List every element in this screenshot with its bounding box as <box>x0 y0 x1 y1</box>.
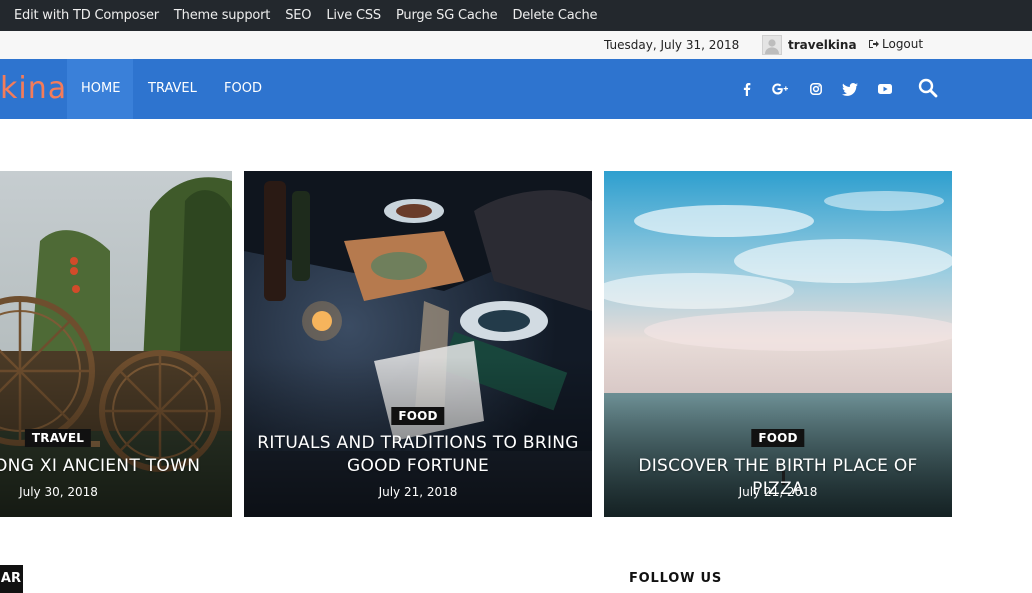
admin-bar: Edit with TD Composer Theme support SEO … <box>0 0 1032 31</box>
logout-label: Logout <box>882 37 924 51</box>
current-date: Tuesday, July 31, 2018 <box>604 38 740 52</box>
youtube-icon[interactable] <box>876 80 894 98</box>
post-date: July 21, 2018 <box>738 485 818 499</box>
admin-delete-cache[interactable]: Delete Cache <box>512 8 597 23</box>
post-card-pizza[interactable]: FOOD DISCOVER THE BIRTH PLACE OF PIZZA J… <box>604 171 952 517</box>
admin-edit-td-composer[interactable]: Edit with TD Composer <box>14 8 159 23</box>
post-title[interactable]: ONG XI ANCIENT TOWN <box>0 455 200 478</box>
twitter-icon[interactable] <box>841 80 859 98</box>
post-card-rituals[interactable]: FOOD RITUALS AND TRADITIONS TO BRING GOO… <box>244 171 592 517</box>
section-label-popular: AR <box>0 565 23 593</box>
admin-live-css[interactable]: Live CSS <box>326 8 381 23</box>
admin-purge-sg-cache[interactable]: Purge SG Cache <box>396 8 498 23</box>
post-date: July 21, 2018 <box>378 485 458 499</box>
post-title[interactable]: RITUALS AND TRADITIONS TO BRING GOOD FOR… <box>254 432 582 478</box>
post-category-badge[interactable]: FOOD <box>391 407 445 425</box>
nav-home[interactable]: HOME <box>67 59 133 119</box>
username-link[interactable]: travelkina <box>788 38 857 52</box>
google-plus-icon[interactable] <box>772 80 790 98</box>
post-date: July 30, 2018 <box>19 485 98 499</box>
post-category-badge[interactable]: FOOD <box>751 429 805 447</box>
avatar-icon <box>763 36 781 54</box>
admin-theme-support[interactable]: Theme support <box>174 8 270 23</box>
admin-seo[interactable]: SEO <box>285 8 311 23</box>
top-bar: Tuesday, July 31, 2018 travelkina Logout <box>0 31 1032 60</box>
post-category-badge[interactable]: TRAVEL <box>24 429 92 447</box>
logout-icon <box>869 40 879 48</box>
main-navigation: kina HOME TRAVEL FOOD <box>0 59 1032 119</box>
search-icon[interactable] <box>918 78 938 103</box>
facebook-icon[interactable] <box>738 80 756 98</box>
nav-travel[interactable]: TRAVEL <box>134 59 211 119</box>
follow-us-heading: FOLLOW US <box>629 571 723 586</box>
instagram-icon[interactable] <box>807 80 825 98</box>
post-card-travel[interactable]: TRAVEL ONG XI ANCIENT TOWN July 30, 2018 <box>0 171 232 517</box>
site-logo[interactable]: kina <box>0 71 67 107</box>
logout-link[interactable]: Logout <box>868 37 923 51</box>
user-avatar[interactable] <box>762 35 782 55</box>
nav-food[interactable]: FOOD <box>210 59 276 119</box>
